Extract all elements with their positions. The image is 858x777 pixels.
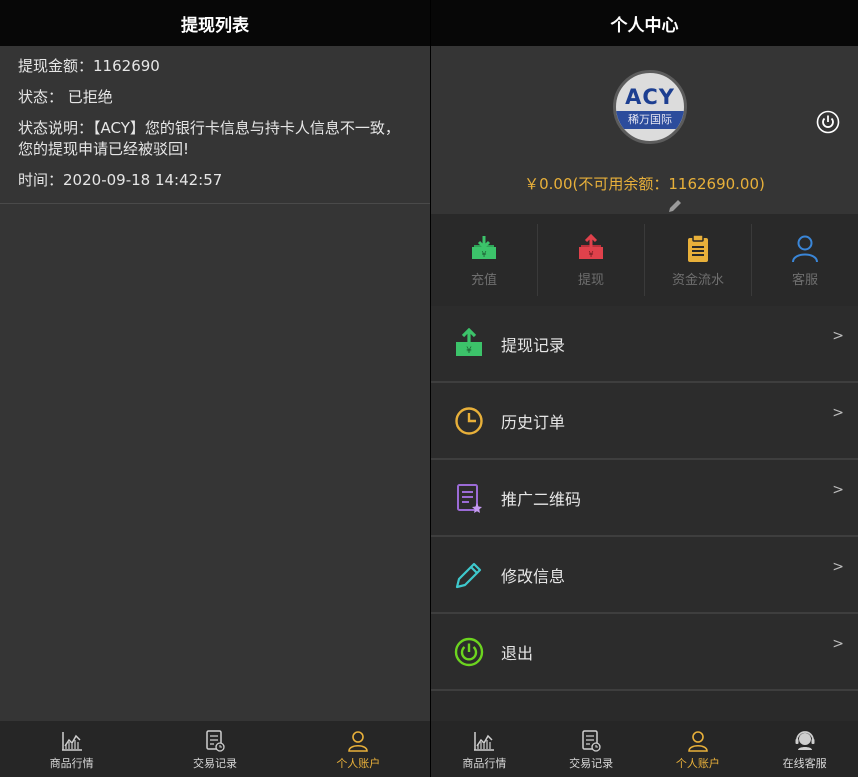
status-desc-row: 状态说明：【ACY】您的银行卡信息与持卡人信息不一致，您的提现申请已经被驳回! — [18, 118, 412, 160]
quick-customer-service[interactable]: 客服 — [752, 224, 858, 296]
deposit-icon: ¥ — [472, 235, 496, 259]
chevron-right-icon: > — [832, 636, 844, 652]
power-icon[interactable] — [816, 110, 840, 134]
menu-edit-info-label: 修改信息 — [501, 566, 566, 586]
withdraw-record-item[interactable]: 提现金额：1162690 状态： 已拒绝 状态说明：【ACY】您的银行卡信息与持… — [0, 46, 430, 204]
nav-online-service[interactable]: 在线客服 — [751, 721, 858, 777]
pencil-icon — [455, 562, 482, 588]
menu-list: ¥ 提现记录 > 历史订单 > 推广二维码 > 修改信息 > 退出 > — [431, 306, 858, 691]
menu-withdraw-records[interactable]: ¥ 提现记录 > — [431, 306, 858, 383]
amount-row: 提现金额：1162690 — [18, 56, 412, 77]
menu-edit-info[interactable]: 修改信息 > — [431, 537, 858, 614]
quick-deposit[interactable]: ¥ 充值 — [431, 224, 538, 296]
chevron-right-icon: > — [832, 405, 844, 421]
customer-service-icon — [792, 235, 818, 262]
power-icon — [454, 637, 484, 666]
quick-fund-flow-label: 资金流水 — [671, 272, 724, 288]
nav-account-label: 个人账户 — [336, 756, 381, 770]
nav-account[interactable]: 个人账户 — [645, 721, 752, 777]
edit-icon[interactable] — [667, 198, 683, 214]
status-desc-label: 状态说明： — [18, 119, 94, 137]
time-value: 2020-09-18 14:42:57 — [63, 171, 223, 189]
withdraw-icon: ¥ — [579, 233, 603, 259]
bottom-nav: 商品行情 交易记录 个人账户 在线客服 — [431, 721, 858, 777]
user-icon — [348, 730, 369, 752]
nav-account[interactable]: 个人账户 — [287, 721, 430, 777]
chart-icon — [474, 731, 495, 751]
chart-icon — [61, 731, 82, 751]
svg-text:¥: ¥ — [481, 250, 486, 259]
menu-history-orders[interactable]: 历史订单 > — [431, 383, 858, 460]
quick-actions: ¥ 充值 ¥ 提现 资金流水 客服 — [431, 214, 858, 306]
balance-text: ￥0.00(不可用余额：1162690.00) — [524, 175, 765, 193]
quick-customer-service-label: 客服 — [791, 272, 818, 288]
page-title: 提现列表 — [0, 0, 430, 46]
amount-label: 提现金额： — [18, 57, 94, 75]
nav-trade-records[interactable]: 交易记录 — [143, 721, 286, 777]
nav-account-label: 个人账户 — [675, 756, 720, 770]
chevron-right-icon: > — [832, 482, 844, 498]
nav-trade-records[interactable]: 交易记录 — [538, 721, 645, 777]
time-row: 时间：2020-09-18 14:42:57 — [18, 170, 412, 191]
svg-text:¥: ¥ — [466, 346, 472, 356]
withdraw-list-screen: 提现列表 提现金额：1162690 状态： 已拒绝 状态说明：【ACY】您的银行… — [0, 0, 430, 777]
bottom-nav: 商品行情 交易记录 个人账户 — [0, 721, 430, 777]
user-icon — [688, 730, 708, 752]
menu-promo-qrcode[interactable]: 推广二维码 > — [431, 460, 858, 537]
withdraw-record-icon: ¥ — [456, 327, 482, 356]
chevron-right-icon: > — [832, 559, 844, 575]
clock-icon — [455, 406, 483, 435]
menu-withdraw-records-label: 提现记录 — [501, 335, 566, 355]
nav-market[interactable]: 商品行情 — [0, 721, 143, 777]
nav-trade-records-label: 交易记录 — [569, 756, 614, 770]
nav-market-label: 商品行情 — [49, 756, 94, 770]
page-title: 个人中心 — [431, 0, 858, 46]
svg-text:¥: ¥ — [588, 250, 593, 259]
avatar[interactable]: ACY 稀万国际 — [613, 70, 687, 144]
clipboard-icon — [688, 233, 708, 262]
status-value: 已拒绝 — [67, 88, 113, 106]
status-row: 状态： 已拒绝 — [18, 87, 412, 108]
personal-center-screen: 个人中心 ACY 稀万国际 ￥0.00(不可用余额：1162690.00) ¥ … — [431, 0, 858, 777]
avatar-logo-text: ACY — [625, 84, 675, 109]
quick-deposit-label: 充值 — [470, 272, 497, 288]
quick-withdraw-label: 提现 — [577, 272, 604, 288]
avatar-logo-sub: 稀万国际 — [616, 110, 684, 129]
menu-logout[interactable]: 退出 > — [431, 614, 858, 691]
time-label: 时间： — [18, 171, 64, 189]
chevron-right-icon: > — [832, 328, 844, 344]
quick-fund-flow[interactable]: 资金流水 — [645, 224, 752, 296]
amount-value: 1162690 — [93, 57, 160, 75]
menu-promo-qrcode-label: 推广二维码 — [501, 489, 582, 509]
document-icon — [582, 729, 601, 752]
quick-withdraw[interactable]: ¥ 提现 — [538, 224, 645, 296]
menu-history-orders-label: 历史订单 — [501, 412, 566, 432]
nav-market[interactable]: 商品行情 — [431, 721, 538, 777]
document-icon — [206, 729, 225, 752]
menu-logout-label: 退出 — [501, 643, 534, 663]
nav-trade-records-label: 交易记录 — [192, 756, 237, 770]
nav-market-label: 商品行情 — [462, 756, 507, 770]
nav-online-service-label: 在线客服 — [782, 756, 827, 770]
status-label: 状态： — [18, 88, 64, 106]
headset-icon — [795, 730, 815, 750]
qrcode-doc-icon — [457, 483, 482, 513]
